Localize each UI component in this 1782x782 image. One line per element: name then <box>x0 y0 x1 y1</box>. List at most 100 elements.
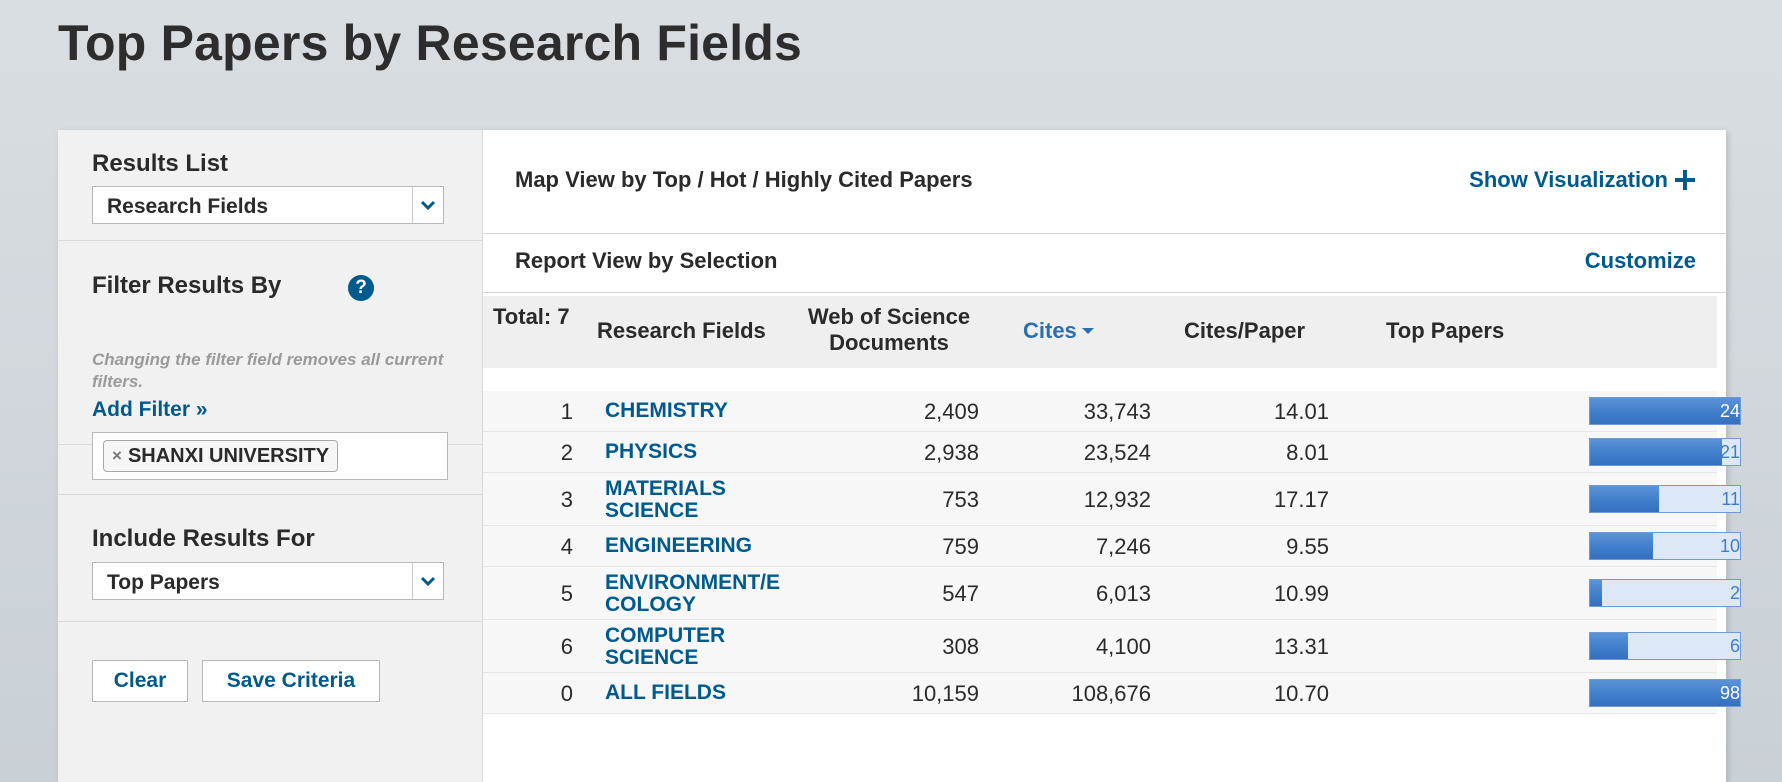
plus-icon <box>1675 170 1695 190</box>
row-field-line1: ALL FIELDS <box>605 681 726 704</box>
row-documents: 547 <box>942 581 979 606</box>
results-list-value: Research Fields <box>107 195 269 218</box>
row-field-link[interactable]: ALL FIELDS <box>605 682 805 704</box>
row-cites: 23,524 <box>1083 440 1151 465</box>
close-icon[interactable]: × <box>112 446 122 466</box>
top-papers-bar[interactable]: 2 <box>1589 579 1741 607</box>
row-field-line1: MATERIALS <box>605 477 726 500</box>
customize-link[interactable]: Customize <box>1585 248 1696 274</box>
table-row: 5 ENVIRONMENT/E COLOGY 547 6,013 10.99 2 <box>483 567 1741 620</box>
results-list-dropdown[interactable]: Research Fields <box>92 186 444 224</box>
row-cites-per-paper: 17.17 <box>1273 487 1329 512</box>
filter-chip-label: SHANXI UNIVERSITY <box>127 444 330 467</box>
include-section: Include Results For Top Papers <box>58 494 482 622</box>
top-papers-bar-fill <box>1590 533 1653 559</box>
row-cites: 4,100 <box>1095 634 1151 659</box>
include-label: Include Results For <box>92 525 315 552</box>
results-panel: Results List Research Fields Filter Resu… <box>58 130 1741 782</box>
row-cites: 6,013 <box>1095 581 1151 606</box>
row-rank: 2 <box>560 440 573 465</box>
table-row: 3 MATERIALS SCIENCE 753 12,932 17.17 11 <box>483 473 1741 526</box>
header-wos-line2: Documents <box>829 330 949 355</box>
row-cites-per-paper: 8.01 <box>1286 440 1329 465</box>
filter-box: × SHANXI UNIVERSITY <box>92 432 448 480</box>
top-papers-value: 2 <box>1729 583 1740 603</box>
row-cites-per-paper: 10.99 <box>1273 581 1329 606</box>
row-field-link[interactable]: MATERIALS SCIENCE <box>605 478 805 522</box>
top-papers-bar[interactable]: 10 <box>1589 532 1741 560</box>
section-divider <box>483 233 1726 234</box>
row-documents: 759 <box>942 534 979 559</box>
sidebar: Results List Research Fields Filter Resu… <box>58 130 483 782</box>
results-list-section: Results List Research Fields <box>58 130 482 241</box>
header-wos-documents[interactable]: Web of Science Documents <box>805 304 973 356</box>
map-view-title: Map View by Top / Hot / Highly Cited Pap… <box>515 167 973 192</box>
top-papers-bar[interactable]: 24 <box>1589 397 1741 425</box>
row-field-link[interactable]: CHEMISTRY <box>605 400 805 422</box>
top-papers-bar-fill <box>1590 633 1628 659</box>
include-value: Top Papers <box>107 571 220 594</box>
top-papers-bar[interactable]: 11 <box>1589 485 1741 513</box>
row-cites: 12,932 <box>1083 487 1151 512</box>
row-field-link[interactable]: ENVIRONMENT/E COLOGY <box>605 572 805 616</box>
top-papers-bar-fill <box>1590 439 1722 465</box>
save-criteria-button[interactable]: Save Criteria <box>202 660 380 702</box>
top-papers-bar-fill <box>1590 580 1602 606</box>
clear-button[interactable]: Clear <box>92 660 188 702</box>
chevron-down-icon[interactable] <box>412 563 443 599</box>
row-documents: 753 <box>942 487 979 512</box>
table-row: 4 ENGINEERING 759 7,246 9.55 10 <box>483 526 1741 567</box>
row-field-link[interactable]: ENGINEERING <box>605 535 805 557</box>
row-documents: 2,938 <box>923 440 979 465</box>
filter-hint: Changing the filter field removes all cu… <box>92 350 444 391</box>
row-field-line2: SCIENCE <box>605 499 699 522</box>
filter-label: Filter Results By <box>92 272 282 299</box>
top-papers-bar[interactable]: 6 <box>1589 632 1741 660</box>
row-documents: 2,409 <box>923 399 979 424</box>
add-filter-link[interactable]: Add Filter » <box>92 398 208 422</box>
section-divider <box>483 292 1726 293</box>
row-rank: 0 <box>560 681 573 706</box>
top-papers-value: 11 <box>1721 489 1740 509</box>
main-content: Map View by Top / Hot / Highly Cited Pap… <box>483 130 1741 782</box>
row-cites: 108,676 <box>1071 681 1151 706</box>
header-cites[interactable]: Cites <box>1023 318 1095 344</box>
include-dropdown[interactable]: Top Papers <box>92 562 444 600</box>
row-cites-per-paper: 10.70 <box>1273 681 1329 706</box>
row-field-line1: ENVIRONMENT/E <box>605 571 781 594</box>
row-field-link[interactable]: PHYSICS <box>605 441 805 463</box>
top-papers-bar-fill <box>1590 680 1740 706</box>
show-visualization-link[interactable]: Show Visualization <box>1469 167 1696 193</box>
table-row: 1 CHEMISTRY 2,409 33,743 14.01 24 <box>483 391 1741 432</box>
header-research-fields[interactable]: Research Fields <box>597 318 766 344</box>
header-top-papers[interactable]: Top Papers <box>1386 318 1504 344</box>
top-papers-value: 6 <box>1729 636 1740 656</box>
row-rank: 4 <box>560 534 573 559</box>
table-row: 6 COMPUTER SCIENCE 308 4,100 13.31 6 <box>483 620 1741 673</box>
row-rank: 5 <box>560 581 573 606</box>
total-count: Total: 7 <box>493 304 570 329</box>
top-papers-bar[interactable]: 98 <box>1589 679 1741 707</box>
report-view-title: Report View by Selection <box>515 248 778 273</box>
results-list-label: Results List <box>92 150 229 177</box>
row-rank: 1 <box>560 399 573 424</box>
row-documents: 10,159 <box>911 681 979 706</box>
row-documents: 308 <box>942 634 979 659</box>
header-cites-per-paper[interactable]: Cites/Paper <box>1184 318 1305 344</box>
show-visualization-label: Show Visualization <box>1469 167 1668 192</box>
top-papers-bar-fill <box>1590 486 1659 512</box>
row-field-line1: PHYSICS <box>605 440 698 463</box>
top-papers-value: 24 <box>1719 401 1740 421</box>
row-cites: 7,246 <box>1095 534 1151 559</box>
help-icon[interactable]: ? <box>348 275 374 301</box>
table-header: Total: 7 Research Fields Web of Science … <box>483 296 1717 368</box>
row-field-link[interactable]: COMPUTER SCIENCE <box>605 625 805 669</box>
top-papers-value: 21 <box>1719 442 1740 462</box>
row-cites-per-paper: 9.55 <box>1286 534 1329 559</box>
header-cites-label: Cites <box>1023 318 1077 343</box>
chevron-down-icon[interactable] <box>412 187 443 223</box>
top-papers-bar[interactable]: 21 <box>1589 438 1741 466</box>
row-field-line1: ENGINEERING <box>605 534 753 557</box>
row-cites-per-paper: 13.31 <box>1273 634 1329 659</box>
top-papers-value: 98 <box>1719 683 1740 703</box>
